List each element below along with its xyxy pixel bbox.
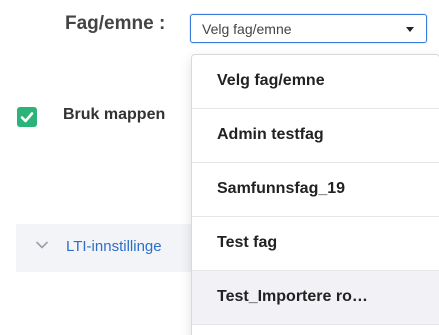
subject-label: Fag/emne : xyxy=(65,13,166,34)
use-folder-label: Bruk mappen xyxy=(63,106,166,123)
dropdown-option-label: Test_Importere ro… xyxy=(217,288,368,305)
dropdown-option[interactable]: Samfunnsfag_19 xyxy=(192,163,439,217)
dropdown-option[interactable]: Admin testfag xyxy=(192,109,439,163)
caret-down-icon xyxy=(406,27,414,32)
subject-select[interactable]: Velg fag/emne xyxy=(190,14,427,43)
dropdown-option[interactable]: Test fag xyxy=(192,217,439,271)
dropdown-option-label: Admin testfag xyxy=(217,126,324,143)
dropdown-option[interactable]: Velg fag/emne xyxy=(192,55,439,109)
lti-settings-link[interactable]: LTI-innstillinge xyxy=(66,238,162,255)
dropdown-option-label: Samfunnsfag_19 xyxy=(217,180,346,197)
subject-select-value: Velg fag/emne xyxy=(202,21,292,37)
checkmark-icon xyxy=(20,112,34,123)
subject-dropdown-menu: Velg fag/emne Admin testfag Samfunnsfag_… xyxy=(191,54,439,335)
dropdown-option-label: Test fag xyxy=(217,234,278,251)
chevron-down-icon xyxy=(36,241,48,249)
dropdown-option-label: Velg fag/emne xyxy=(217,72,325,89)
use-folder-checkbox[interactable] xyxy=(17,107,37,127)
page: Fag/emne : Velg fag/emne Bruk mappen LTI… xyxy=(0,0,439,335)
dropdown-option-highlighted[interactable]: Test_Importere ro… xyxy=(192,271,439,325)
